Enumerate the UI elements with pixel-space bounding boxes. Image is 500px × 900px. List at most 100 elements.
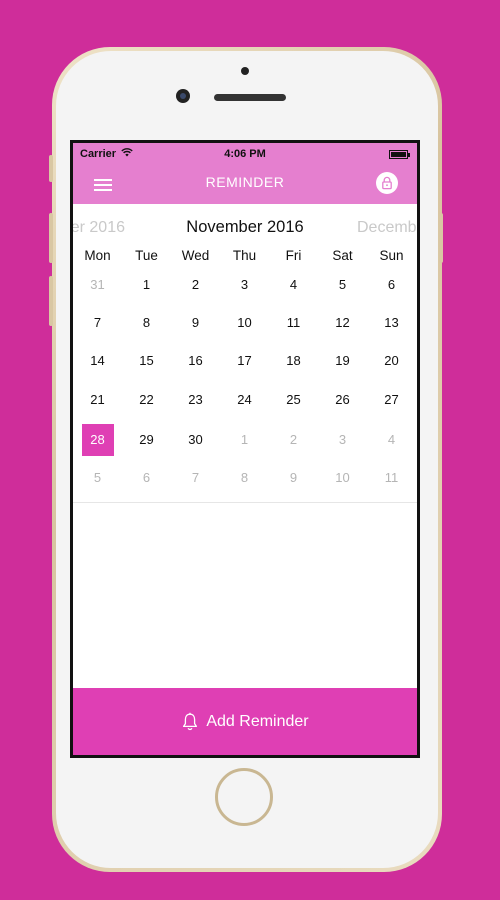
day-label: 5	[338, 277, 347, 292]
day-label: 4	[289, 277, 298, 292]
day-label: 21	[90, 392, 105, 407]
month-selector: er 2016 November 2016 Decemb	[73, 204, 417, 252]
day-cell[interactable]: 2	[269, 423, 318, 457]
day-cell[interactable]: 3	[220, 268, 269, 302]
weekday-tue: Tue	[135, 248, 158, 263]
day-cell[interactable]: 5	[73, 461, 122, 495]
day-label: 1	[240, 432, 249, 447]
day-cell[interactable]: 11	[367, 461, 416, 495]
day-label: 1	[142, 277, 151, 292]
day-label: 18	[286, 353, 301, 368]
day-cell[interactable]: 1	[220, 423, 269, 457]
day-cell[interactable]: 29	[122, 423, 171, 457]
next-month-label[interactable]: Decemb	[357, 219, 417, 237]
day-cell[interactable]: 12	[318, 306, 367, 340]
volume-down-button	[49, 276, 53, 326]
weekday-thu: Thu	[232, 248, 257, 263]
day-cell[interactable]: 4	[367, 423, 416, 457]
selected-day-cell[interactable]: 28	[73, 423, 122, 457]
add-reminder-label: Add Reminder	[206, 712, 309, 730]
day-cell[interactable]: 10	[318, 461, 367, 495]
day-cell[interactable]: 21	[73, 383, 122, 417]
day-cell[interactable]: 17	[220, 344, 269, 378]
day-cell[interactable]: 6	[367, 268, 416, 302]
day-label: 11	[384, 470, 399, 485]
day-label: 27	[384, 392, 399, 407]
day-cell[interactable]: 11	[269, 306, 318, 340]
day-cell[interactable]: 26	[318, 383, 367, 417]
weekday-wed: Wed	[181, 248, 210, 263]
day-label: 26	[335, 392, 350, 407]
day-cell[interactable]: 19	[318, 344, 367, 378]
day-cell[interactable]: 9	[269, 461, 318, 495]
day-label: 11	[286, 315, 301, 330]
day-cell[interactable]: 16	[171, 344, 220, 378]
day-cell[interactable]: 3	[318, 423, 367, 457]
day-label: 2	[289, 432, 298, 447]
clock: 4:06 PM	[224, 148, 266, 160]
day-cell[interactable]: 4	[269, 268, 318, 302]
day-cell[interactable]: 27	[367, 383, 416, 417]
app-header: Carrier 4:06 PM REMINDER	[73, 143, 417, 204]
day-cell[interactable]: 8	[122, 306, 171, 340]
day-label: 13	[384, 315, 399, 330]
page-title: REMINDER	[205, 174, 285, 190]
day-label: 9	[191, 315, 200, 330]
day-cell[interactable]: 24	[220, 383, 269, 417]
day-label: 31	[90, 277, 105, 292]
weekday-sun: Sun	[379, 248, 404, 263]
day-cell[interactable]: 15	[122, 344, 171, 378]
day-label: 24	[237, 392, 252, 407]
bell-icon	[183, 712, 198, 730]
power-button	[439, 213, 443, 263]
day-cell[interactable]: 31	[73, 268, 122, 302]
weekday-sat: Sat	[332, 248, 353, 263]
day-cell[interactable]: 14	[73, 344, 122, 378]
earpiece-speaker	[214, 94, 286, 101]
weekday-fri: Fri	[285, 248, 302, 263]
day-label: 30	[188, 432, 203, 447]
phone-screen: Carrier 4:06 PM REMINDER er 2016 Novembe…	[70, 140, 420, 758]
day-cell[interactable]: 22	[122, 383, 171, 417]
day-cell[interactable]: 30	[171, 423, 220, 457]
day-cell[interactable]: 25	[269, 383, 318, 417]
day-label: 17	[237, 353, 252, 368]
add-reminder-button[interactable]: Add Reminder	[73, 688, 417, 755]
day-cell[interactable]: 18	[269, 344, 318, 378]
day-cell[interactable]: 7	[171, 461, 220, 495]
day-cell[interactable]: 5	[318, 268, 367, 302]
day-cell[interactable]: 20	[367, 344, 416, 378]
weekday-mon: Mon	[84, 248, 111, 263]
lock-icon[interactable]	[376, 172, 398, 194]
battery-icon	[389, 150, 410, 159]
day-cell[interactable]: 2	[171, 268, 220, 302]
home-button[interactable]	[215, 768, 273, 826]
day-label: 8	[142, 315, 151, 330]
day-cell[interactable]: 6	[122, 461, 171, 495]
day-label: 6	[387, 277, 396, 292]
app-screen: Carrier 4:06 PM REMINDER er 2016 Novembe…	[73, 143, 417, 755]
day-cell[interactable]: 7	[73, 306, 122, 340]
volume-up-button	[49, 213, 53, 263]
day-label: 23	[188, 392, 203, 407]
day-label: 7	[191, 470, 200, 485]
day-cell[interactable]: 1	[122, 268, 171, 302]
day-label: 22	[139, 392, 154, 407]
day-label: 15	[139, 353, 154, 368]
day-label: 7	[93, 315, 102, 330]
day-cell[interactable]: 9	[171, 306, 220, 340]
weekday-header: Mon Tue Wed Thu Fri Sat Sun	[73, 246, 417, 266]
day-label: 16	[188, 353, 203, 368]
day-label: 4	[387, 432, 396, 447]
day-cell[interactable]: 10	[220, 306, 269, 340]
selected-day-label: 28	[81, 424, 114, 456]
day-cell[interactable]: 23	[171, 383, 220, 417]
proximity-sensor	[241, 67, 249, 75]
day-cell[interactable]: 13	[367, 306, 416, 340]
day-cell[interactable]: 8	[220, 461, 269, 495]
day-label: 6	[142, 470, 151, 485]
day-label: 20	[384, 353, 399, 368]
day-label: 14	[90, 353, 105, 368]
day-label: 10	[335, 470, 350, 485]
day-label: 25	[286, 392, 301, 407]
